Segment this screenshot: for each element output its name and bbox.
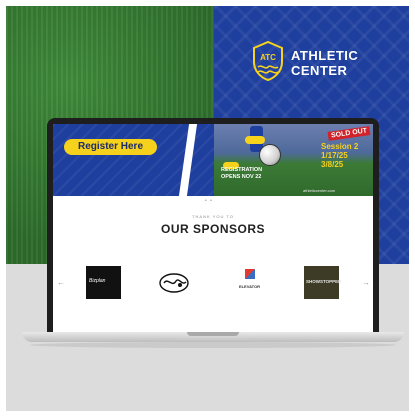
brand-name: ATHLETIC CENTER (291, 48, 358, 78)
session-date-start: 1/17/25 (321, 151, 348, 160)
laptop-notch (187, 332, 239, 336)
laptop-shadow (30, 342, 396, 348)
carousel-prev-arrow-icon[interactable]: ← (57, 278, 65, 287)
laptop-screen: Register Here SOLD OUT Session 2 1/17/25… (53, 124, 373, 332)
banner-divider (178, 124, 198, 196)
cleat-shoe (245, 136, 265, 144)
sponsor-logo-elevator[interactable]: ELEVATOR (232, 266, 267, 299)
site-url: athleticcenter.com (303, 188, 336, 193)
sponsors-eyebrow: THANK YOU TO (192, 214, 234, 219)
sponsor-name-1: Bizplan (89, 278, 106, 284)
sponsors-title: OUR SPONSORS (160, 222, 265, 236)
session-info: Session 2 1/17/25 3/8/25 (321, 142, 358, 169)
elevator-mark-icon (245, 269, 255, 279)
carousel-dots[interactable]: • • (205, 198, 213, 204)
register-button[interactable]: Register Here (64, 139, 157, 155)
soccer-ball-icon (259, 144, 281, 166)
product-mockup: ATC ATHLETIC CENTER Register Here SOLD O… (0, 0, 415, 417)
sponsor-logo-bizplan[interactable]: Bizplan (86, 266, 121, 299)
sponsor-name-3: ELEVATOR (238, 284, 261, 289)
carousel-next-arrow-icon[interactable]: → (362, 278, 370, 287)
sponsor-name-4: SHOWSTOPPER (306, 279, 342, 284)
registration-line-1: REGISTRATION (221, 167, 263, 173)
sponsor-script-logo-icon (159, 273, 189, 293)
brand-line-2: CENTER (291, 63, 348, 78)
sponsor-logo-showstopper[interactable]: SHOWSTOPPER (304, 266, 342, 299)
session-date-end: 3/8/25 (321, 160, 344, 169)
sponsor-logo-2[interactable] (157, 266, 192, 299)
hero-banner: Register Here SOLD OUT Session 2 1/17/25… (53, 124, 373, 196)
session-title: Session 2 (321, 142, 359, 151)
shield-logo-icon: ATC (253, 40, 283, 82)
registration-line-2: OPENS NOV 22 (221, 174, 262, 180)
registration-notice: REGISTRATION OPENS NOV 22 (221, 167, 262, 181)
brand-line-1: ATHLETIC (291, 48, 359, 63)
logo-letters: ATC (260, 53, 276, 62)
